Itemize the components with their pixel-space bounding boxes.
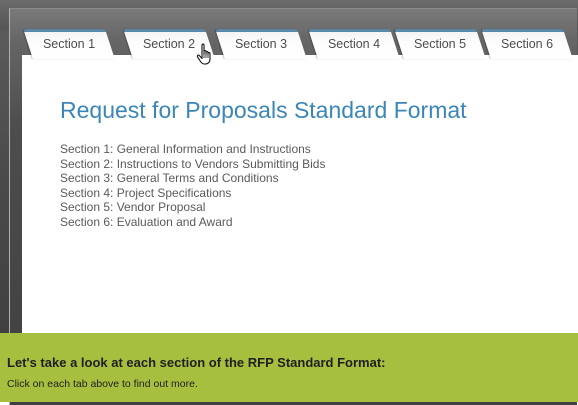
hand-pointer-icon <box>196 43 211 65</box>
instruction-heading: Let's take a look at each section of the… <box>7 355 386 370</box>
list-item: Section 6: Evaluation and Award <box>60 214 233 229</box>
list-item: Section 5: Vendor Proposal <box>60 200 206 214</box>
list-item: Section 3: General Terms and Conditions <box>60 171 279 185</box>
tab-section-6[interactable]: Section 6 <box>481 29 573 59</box>
tab-label: Section 4 <box>327 37 381 51</box>
tab-section-1[interactable]: Section 1 <box>23 29 115 59</box>
list-item: Section 4: Project Specifications <box>60 185 232 200</box>
page-title: Request for Proposals Standard Format <box>60 97 467 123</box>
list-item: Section 2: Instructions to Vendors Submi… <box>60 156 326 171</box>
instruction-text: Click on each tab above to find out more… <box>7 378 198 390</box>
tab-section-4[interactable]: Section 4 <box>308 29 400 59</box>
list-item: Section 1: General Information and Instr… <box>60 142 311 156</box>
tab-section-3[interactable]: Section 3 <box>215 29 307 59</box>
tab-section-5[interactable]: Section 5 <box>394 29 486 59</box>
section-list: Section 1: General Information and Instr… <box>60 142 325 229</box>
tab-bar: Section 1 Section 2 Section 3 Section 4 … <box>22 29 578 59</box>
tab-label: Section 3 <box>234 37 288 51</box>
tab-label: Section 5 <box>413 37 467 51</box>
tab-label: Section 1 <box>42 37 96 51</box>
tab-label: Section 2 <box>142 37 196 51</box>
instruction-bar: Let's take a look at each section of the… <box>0 333 578 402</box>
content-panel: Request for Proposals Standard Format Se… <box>22 55 578 333</box>
tab-label: Section 6 <box>500 37 554 51</box>
